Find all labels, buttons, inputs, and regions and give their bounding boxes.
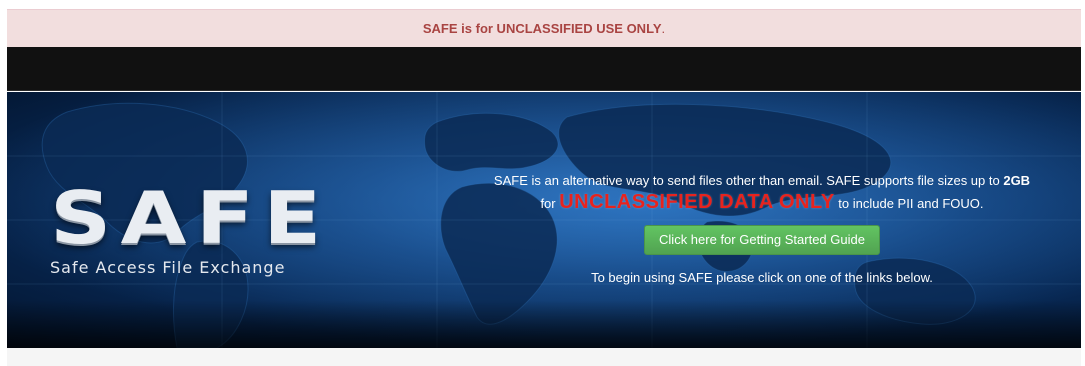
intro-for-word: for	[540, 196, 560, 211]
logo-subtitle: Safe Access File Exchange	[50, 258, 286, 277]
intro-line-1: SAFE is an alternative way to send files…	[447, 172, 1077, 190]
content-area-top	[7, 348, 1081, 366]
hero-banner: SAFE Safe Access File Exchange SAFE is a…	[7, 92, 1081, 348]
unclassified-data-only-warning: UNCLASSIFIED DATA ONLY	[559, 191, 835, 213]
hero-bottom-shade	[7, 300, 1081, 348]
intro-line-2: for UNCLASSIFIED DATA ONLY to include PI…	[447, 191, 1077, 215]
page: SAFE is for UNCLASSIFIED USE ONLY. SAFE …	[0, 0, 1085, 366]
alert-period: .	[661, 21, 666, 36]
intro-text-part1: SAFE is an alternative way to send files…	[493, 173, 1004, 188]
hero-description: SAFE is an alternative way to send files…	[447, 172, 1077, 287]
intro-text-part2: to include PII and FOUO.	[834, 196, 984, 211]
alert-text: SAFE is for UNCLASSIFIED USE ONLY	[422, 21, 662, 36]
logo-wordmark: SAFE	[50, 176, 331, 260]
safe-logo: SAFE Safe Access File Exchange	[50, 176, 331, 277]
top-navbar	[7, 47, 1081, 91]
classification-alert-banner: SAFE is for UNCLASSIFIED USE ONLY.	[7, 9, 1081, 47]
intro-size-limit: 2GB	[1003, 173, 1031, 188]
begin-instructions: To begin using SAFE please click on one …	[591, 270, 933, 285]
getting-started-guide-button[interactable]: Click here for Getting Started Guide	[644, 225, 880, 255]
